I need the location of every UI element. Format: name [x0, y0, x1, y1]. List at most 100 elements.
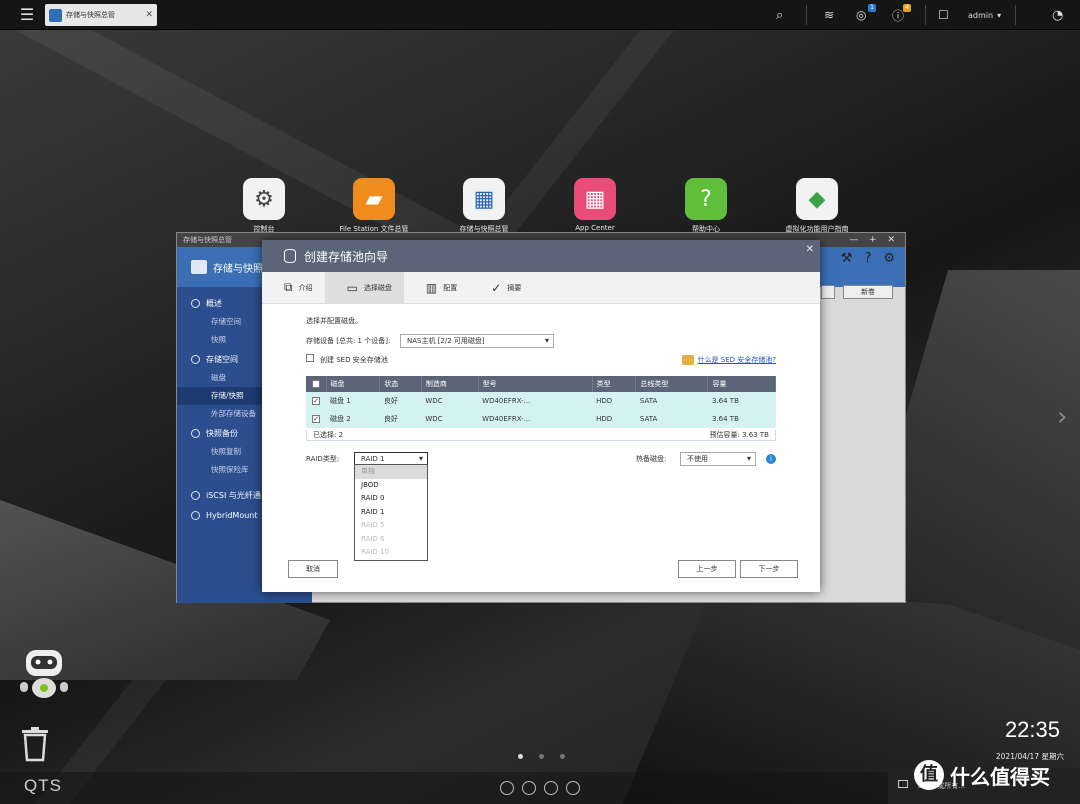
menu-icon[interactable]: ☰	[18, 6, 36, 24]
sidebar-group-icon	[191, 298, 200, 308]
raid-option[interactable]: JBOD	[355, 479, 427, 493]
raid-option: RAID 5	[361, 521, 385, 529]
notification-icon[interactable]: ◎	[856, 0, 866, 30]
table-row[interactable]: ✓ 磁盘 2 良好 WDC WD40EFRX-... HDD SATA 3.64 TB	[306, 410, 776, 428]
info-badge: 4	[903, 4, 911, 12]
close-icon[interactable]: ✕	[806, 244, 814, 255]
check-circle-icon: ✓	[491, 280, 502, 295]
desktop-icon-label: App Center	[575, 224, 615, 232]
dock-icon-1[interactable]	[500, 781, 514, 795]
table-cell: 良好	[379, 410, 422, 428]
column-header: 类型	[592, 376, 637, 392]
dashboard-icon[interactable]: ◔	[1052, 0, 1063, 30]
desktop-icon[interactable]: ? 帮助中心	[666, 178, 746, 234]
intro-icon: ⧉	[284, 280, 293, 294]
question-icon: ?	[685, 178, 727, 220]
device-label: 存储设备 [总共: 1 个设备]:	[306, 337, 391, 345]
raid-type-dropdown: 单独 JBOD RAID 0 RAID 1 RAID 5 RAID 6 RAID 10	[354, 464, 428, 561]
search-icon[interactable]: ⌕	[776, 0, 783, 30]
estimated-capacity: 预估容量: 3.63 TB	[709, 431, 769, 439]
window-tools: ⚒ ? ⚙	[841, 251, 895, 266]
window-title: 存储与快照总管	[183, 236, 232, 244]
app-grid-icon: ▦	[574, 178, 616, 220]
settings-icon[interactable]: ⚙	[883, 251, 895, 266]
disk-icon	[284, 249, 296, 263]
raid-option[interactable]: RAID 1	[355, 506, 427, 520]
table-cell: WDC	[421, 392, 479, 410]
qts-logo: QTS	[24, 776, 62, 795]
step-select-disks: ▭ 选择磁盘	[324, 271, 404, 304]
dock-icon-4[interactable]	[566, 781, 580, 795]
sidebar-group-label: 存储空间	[206, 354, 238, 364]
device-select[interactable]: NAS主机 [2/2 可用磁盘]	[400, 334, 554, 348]
cube-icon: ◆	[796, 178, 838, 220]
raid-option[interactable]: 单独	[355, 465, 427, 479]
trash-icon[interactable]	[20, 726, 50, 762]
user-help-icon	[681, 354, 694, 365]
dialog-title: 创建存储池向导	[304, 249, 389, 264]
section-label: 选择并配置磁盘。	[306, 317, 362, 325]
desktop-icon[interactable]: ▰ File Station 文件总管	[334, 178, 414, 234]
sidebar-group-label: 快照备份	[206, 428, 238, 438]
stack-icon[interactable]: ≋	[824, 0, 834, 30]
previous-button[interactable]: 上一步	[678, 560, 736, 578]
table-cell: HDD	[592, 410, 636, 428]
tools-icon[interactable]: ⚒	[841, 251, 853, 266]
column-header: 型号	[478, 376, 593, 392]
sed-help-link[interactable]: 什么是 SED 安全存储池?	[698, 355, 776, 365]
dialog-header: 创建存储池向导 ✕	[262, 240, 820, 272]
notification-badge: 1	[868, 4, 876, 12]
step-configure: ▥ 配置	[425, 280, 458, 295]
table-cell: 3.64 TB	[707, 392, 776, 410]
user-icon[interactable]: ☐	[938, 0, 949, 30]
raid-option[interactable]: RAID 0	[355, 492, 427, 506]
table-cell: SATA	[635, 392, 708, 410]
column-header: 状态	[379, 376, 422, 392]
sed-checkbox[interactable]	[306, 354, 314, 362]
username: admin	[968, 10, 994, 20]
spare-disk-label: 热备磁盘:	[636, 455, 667, 463]
storage-icon	[191, 260, 207, 274]
table-cell: 3.64 TB	[707, 410, 776, 428]
raid-option: RAID 6	[361, 534, 385, 543]
table-cell: 磁盘 1	[326, 392, 380, 410]
column-header: 容量	[707, 376, 776, 392]
taskbar-app-tab[interactable]: 存储与快照总管 ✕	[45, 4, 157, 26]
new-volume-button[interactable]: 新卷	[843, 285, 893, 299]
table-cell: SATA	[635, 410, 708, 428]
watermark-logo-icon: 值	[914, 760, 944, 790]
desktop-icon[interactable]: ◆ 虚拟化功能用户指南	[777, 178, 857, 234]
window-controls[interactable]: — + ✕	[849, 233, 899, 247]
sidebar-group-icon	[191, 354, 200, 364]
row-checkbox[interactable]: ✓	[312, 397, 320, 405]
next-button[interactable]: 下一步	[740, 560, 798, 578]
desktop-icon[interactable]: ▦ 存储与快照总管	[444, 178, 524, 234]
step-summary: ✓ 摘要	[491, 280, 522, 295]
select-all-checkbox[interactable]: ✓	[311, 380, 320, 388]
cancel-button[interactable]: 取消	[288, 560, 338, 578]
selected-count: 已选择: 2	[313, 431, 344, 439]
help-icon[interactable]: ?	[864, 251, 871, 266]
desktop-icon[interactable]: ▦ App Center	[555, 178, 635, 232]
robot-assistant-icon[interactable]	[18, 646, 70, 702]
user-menu[interactable]: admin ▾	[968, 0, 1001, 30]
dock-icon-2[interactable]	[522, 781, 536, 795]
table-row[interactable]: ✓ 磁盘 1 良好 WDC WD40EFRX-... HDD SATA 3.64 TB	[306, 392, 776, 410]
raid-type-label: RAID类型:	[306, 455, 340, 463]
row-checkbox[interactable]: ✓	[312, 415, 320, 423]
dock-icon-3[interactable]	[544, 781, 558, 795]
taskbar: ☰ 存储与快照总管 ✕ ⌕ ≋ ◎ 1 ⓘ 4 ☐ admin ▾ ◔	[0, 0, 1080, 30]
table-cell: HDD	[592, 392, 636, 410]
disk-table: ✓ 磁盘 状态 制造商 型号 类型 总线类型 容量 ✓ 磁盘 1 良好 WDC WD40EFRX-..…	[306, 376, 776, 428]
clock-time: 22:35	[1004, 717, 1060, 742]
hdd-icon: ▭	[346, 280, 358, 295]
raid-option: RAID 10	[361, 548, 389, 556]
desktop-icon[interactable]: ⚙ 控制台	[224, 178, 304, 234]
info-icon[interactable]: i	[766, 454, 776, 464]
next-page-arrow-icon[interactable]: ›	[1057, 402, 1067, 432]
spare-disk-select[interactable]: 不使用	[680, 452, 756, 466]
toolbar-button[interactable]	[821, 285, 835, 299]
column-header: 磁盘	[326, 376, 381, 392]
close-icon[interactable]: ✕	[145, 10, 153, 20]
folder-icon: ▰	[353, 178, 395, 220]
